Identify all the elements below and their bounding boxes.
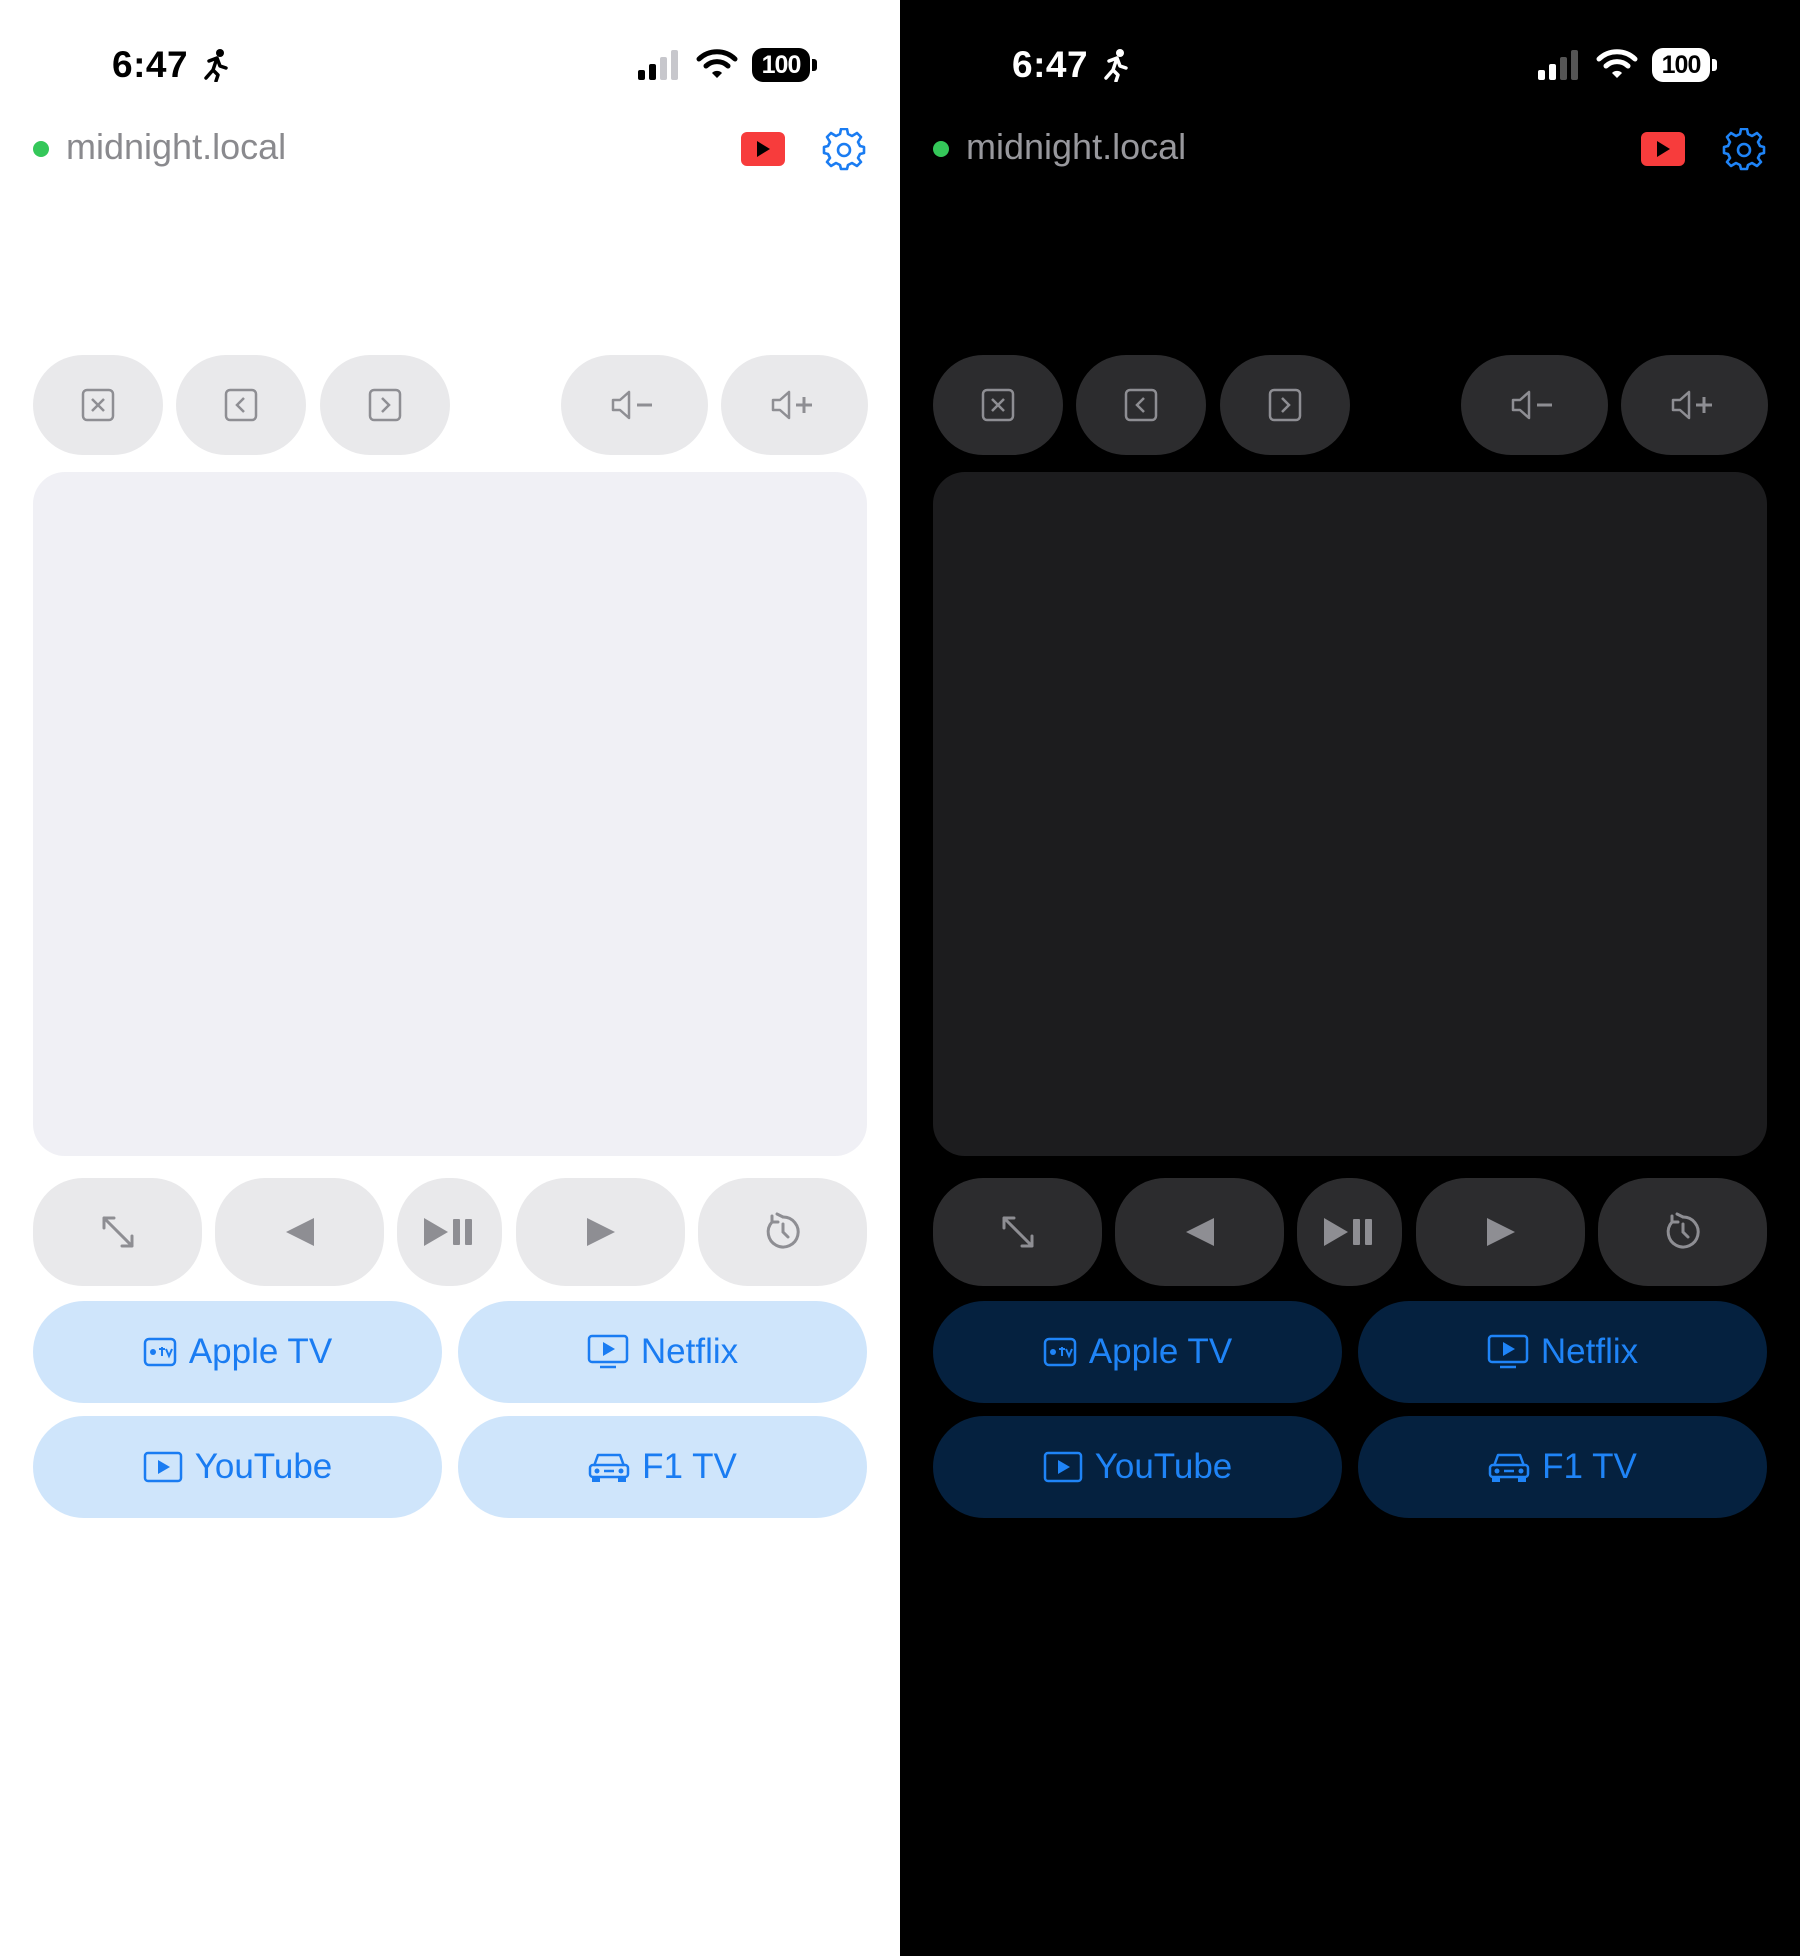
host-name[interactable]: midnight.local [66,126,286,168]
battery-indicator: 100 [1652,48,1718,82]
tv-play-icon [1487,1334,1529,1369]
connection-status-dot [933,141,949,157]
play-pause-icon [1323,1218,1372,1246]
fullscreen-button[interactable] [933,1178,1102,1286]
touchpad-area[interactable] [933,472,1767,1156]
apple-tv-icon [1043,1337,1077,1367]
volume-up-button[interactable] [721,355,868,455]
apple-tv-icon [143,1337,177,1367]
volume-down-icon [611,390,652,420]
back-button[interactable] [176,355,306,455]
connection-status-dot [33,141,49,157]
volume-up-button[interactable] [1621,355,1768,455]
volume-down-button[interactable] [561,355,708,455]
youtube-button[interactable]: YouTube [933,1416,1342,1518]
youtube-label: YouTube [194,1447,333,1486]
f1-tv-button[interactable]: F1 TV [1358,1416,1767,1518]
back-icon [1124,388,1158,422]
previous-icon [1185,1218,1214,1246]
play-rectangle-icon [1043,1451,1082,1483]
play-icon [757,141,770,157]
running-icon [1104,49,1128,82]
f1-tv-button[interactable]: F1 TV [458,1416,867,1518]
expand-icon [102,1216,133,1248]
apple-tv-label: Apple TV [188,1332,333,1371]
next-icon [1486,1218,1515,1246]
youtube-button[interactable]: YouTube [33,1416,442,1518]
youtube-label: YouTube [1094,1447,1233,1486]
play-rectangle-icon [143,1451,182,1483]
close-icon [81,388,115,422]
apple-tv-button[interactable]: Apple TV [933,1301,1342,1403]
settings-gear-icon[interactable] [822,128,866,172]
replay-icon [1666,1212,1700,1249]
f1-tv-label: F1 TV [1542,1447,1637,1486]
f1-tv-label: F1 TV [642,1447,737,1486]
youtube-logo-button[interactable] [741,132,785,166]
cellular-signal-icon [638,50,678,80]
cellular-signal-icon [1538,50,1578,80]
forward-icon [1268,388,1302,422]
play-pause-icon [423,1218,472,1246]
remote-screen-light: 6:47 100 midnight.local Apple TV Netflix… [0,0,900,1956]
touchpad-area[interactable] [33,472,867,1156]
replay-button[interactable] [1598,1178,1767,1286]
status-time: 6:47 [112,44,189,85]
battery-level: 100 [1652,48,1710,82]
volume-down-icon [1511,390,1552,420]
play-icon [1657,141,1670,157]
dismiss-button[interactable] [33,355,163,455]
back-icon [224,388,258,422]
dismiss-button[interactable] [933,355,1063,455]
youtube-logo-button[interactable] [1641,132,1685,166]
settings-gear-icon[interactable] [1722,128,1766,172]
battery-level: 100 [752,48,810,82]
next-button[interactable] [516,1178,685,1286]
expand-icon [1002,1216,1033,1248]
apple-tv-label: Apple TV [1088,1332,1233,1371]
back-button[interactable] [1076,355,1206,455]
play-pause-button[interactable] [1297,1178,1402,1286]
previous-icon [285,1218,314,1246]
forward-icon [368,388,402,422]
netflix-button[interactable]: Netflix [458,1301,867,1403]
netflix-button[interactable]: Netflix [1358,1301,1767,1403]
forward-button[interactable] [1220,355,1350,455]
forward-button[interactable] [320,355,450,455]
fullscreen-button[interactable] [33,1178,202,1286]
play-pause-button[interactable] [397,1178,502,1286]
replay-icon [766,1212,800,1249]
close-icon [981,388,1015,422]
previous-button[interactable] [1115,1178,1284,1286]
battery-nub [812,59,817,71]
volume-up-icon [771,390,812,420]
car-icon [588,1453,630,1482]
tv-play-icon [587,1334,629,1369]
battery-indicator: 100 [752,48,818,82]
apple-tv-button[interactable]: Apple TV [33,1301,442,1403]
status-time: 6:47 [1012,44,1089,85]
running-icon [204,49,228,82]
car-icon [1488,1453,1530,1482]
next-button[interactable] [1416,1178,1585,1286]
host-name[interactable]: midnight.local [966,126,1186,168]
netflix-label: Netflix [1540,1332,1639,1371]
next-icon [586,1218,615,1246]
volume-down-button[interactable] [1461,355,1608,455]
battery-nub [1712,59,1717,71]
volume-up-icon [1671,390,1712,420]
previous-button[interactable] [215,1178,384,1286]
wifi-icon [1596,49,1638,78]
replay-button[interactable] [698,1178,867,1286]
wifi-icon [696,49,738,78]
remote-screen-dark: 6:47 100 midnight.local Apple TV Netflix… [900,0,1800,1956]
netflix-label: Netflix [640,1332,739,1371]
